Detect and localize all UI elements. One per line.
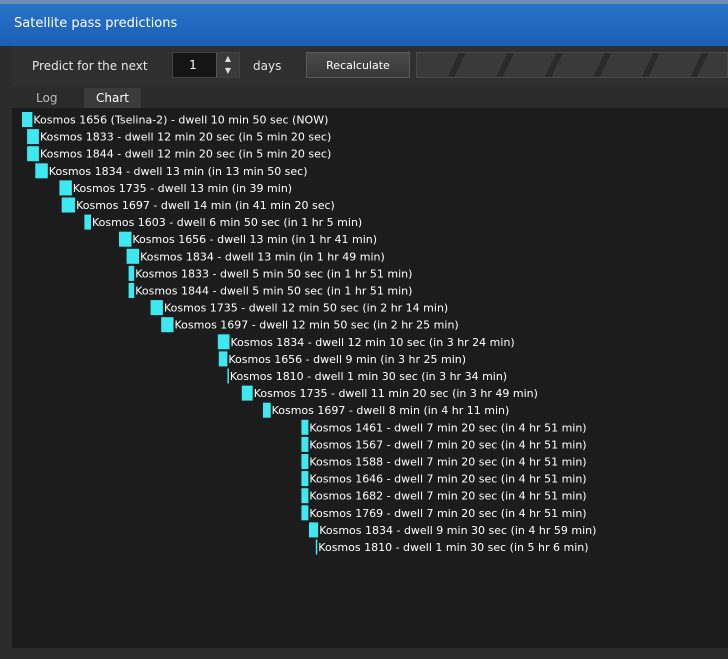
tab-bar: Log Chart [12, 88, 728, 108]
recalculate-button[interactable]: Recalculate [306, 52, 410, 78]
pass-bar [22, 112, 33, 127]
tab-chart[interactable]: Chart [84, 88, 141, 108]
pass-bar [301, 471, 309, 487]
pass-bar [27, 146, 39, 162]
days-input[interactable] [173, 53, 213, 77]
pass-bar [301, 488, 309, 504]
pass-bar [128, 265, 135, 281]
pass-label: Kosmos 1646 - dwell 7 min 20 sec (in 4 h… [309, 473, 586, 486]
pass-label: Kosmos 1697 - dwell 12 min 50 sec (in 2 … [175, 319, 459, 332]
pass-bar [61, 197, 76, 213]
pass-bar [217, 334, 230, 350]
pass-label: Kosmos 1697 - dwell 14 min (in 41 min 20… [76, 199, 335, 212]
pass-bar [59, 180, 72, 196]
pass-label: Kosmos 1461 - dwell 7 min 20 sec (in 4 h… [309, 421, 586, 434]
stepper-down-icon[interactable]: ▼ [217, 65, 239, 77]
stepper-up-icon[interactable]: ▲ [217, 53, 239, 65]
pass-bar [301, 505, 309, 521]
pass-label: Kosmos 1735 - dwell 13 min (in 39 min) [73, 182, 292, 195]
pass-label: Kosmos 1769 - dwell 7 min 20 sec (in 4 h… [309, 507, 586, 520]
pass-label: Kosmos 1588 - dwell 7 min 20 sec (in 4 h… [309, 456, 586, 469]
pass-label: Kosmos 1735 - dwell 11 min 20 sec (in 3 … [254, 387, 538, 400]
pass-label: Kosmos 1697 - dwell 8 min (in 4 hr 11 mi… [272, 404, 510, 417]
pass-label: Kosmos 1844 - dwell 12 min 20 sec (in 5 … [40, 148, 331, 161]
pass-bar [119, 231, 132, 247]
toolbar: Predict for the next ▲ ▼ days Recalculat… [12, 46, 728, 86]
pass-bar [150, 300, 163, 316]
pass-bar [35, 163, 48, 179]
pass-label: Kosmos 1656 (Tselina-2) - dwell 10 min 5… [33, 114, 328, 127]
window-titlebar: Satellite pass predictions [0, 0, 728, 46]
pass-label: Kosmos 1844 - dwell 5 min 50 sec (in 1 h… [135, 285, 412, 298]
tab-log[interactable]: Log [24, 88, 69, 108]
window-title: Satellite pass predictions [14, 16, 178, 31]
pass-label: Kosmos 1810 - dwell 1 min 30 sec (in 3 h… [230, 370, 507, 383]
pass-label: Kosmos 1656 - dwell 13 min (in 1 hr 41 m… [132, 233, 377, 246]
pass-label: Kosmos 1567 - dwell 7 min 20 sec (in 4 h… [309, 438, 586, 451]
pass-chart: Kosmos 1656 (Tselina-2) - dwell 10 min 5… [22, 112, 596, 555]
pass-bar [315, 539, 318, 555]
pass-bar [227, 368, 229, 384]
pass-bar [301, 454, 309, 469]
pass-label: Kosmos 1682 - dwell 7 min 20 sec (in 4 h… [309, 490, 586, 503]
pass-label: Kosmos 1810 - dwell 1 min 30 sec (in 5 h… [318, 541, 588, 554]
days-stepper[interactable]: ▲ ▼ [172, 52, 240, 78]
pass-label: Kosmos 1834 - dwell 13 min (in 1 hr 49 m… [140, 250, 385, 263]
pass-bar [241, 385, 253, 401]
pass-bar [301, 436, 309, 452]
pass-bar [128, 283, 135, 298]
pass-bar [27, 129, 39, 145]
pass-bar [84, 214, 91, 230]
pass-bar [161, 317, 174, 333]
stepper-arrows[interactable]: ▲ ▼ [216, 53, 239, 77]
days-label: days [253, 59, 282, 73]
pass-label: Kosmos 1833 - dwell 5 min 50 sec (in 1 h… [135, 267, 412, 280]
predict-label: Predict for the next [32, 59, 148, 73]
pass-label: Kosmos 1834 - dwell 12 min 10 sec (in 3 … [231, 336, 515, 349]
pass-bar [309, 522, 319, 538]
pass-bar [263, 402, 271, 418]
pass-bar [218, 351, 228, 367]
pass-label: Kosmos 1834 - dwell 9 min 30 sec (in 4 h… [319, 524, 596, 537]
pass-label: Kosmos 1834 - dwell 13 min (in 13 min 50… [49, 165, 308, 178]
pass-label: Kosmos 1656 - dwell 9 min (in 3 hr 25 mi… [228, 353, 466, 366]
pass-label: Kosmos 1735 - dwell 12 min 50 sec (in 2 … [164, 302, 448, 315]
pass-bar [301, 419, 309, 435]
progress-bar [416, 52, 728, 78]
pass-label: Kosmos 1603 - dwell 6 min 50 sec (in 1 h… [92, 216, 362, 229]
chart-panel: Kosmos 1656 (Tselina-2) - dwell 10 min 5… [12, 108, 728, 648]
pass-bar [126, 248, 140, 264]
bottom-bar [0, 648, 728, 659]
pass-label: Kosmos 1833 - dwell 12 min 20 sec (in 5 … [40, 131, 331, 144]
